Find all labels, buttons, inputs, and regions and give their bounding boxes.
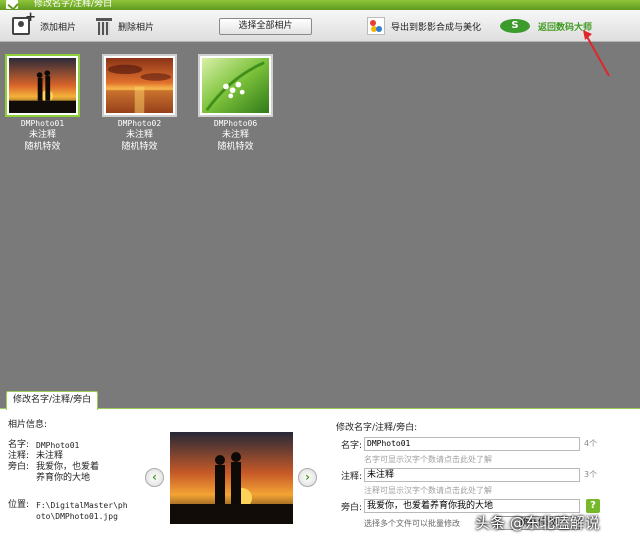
voice-input[interactable]: 我爱你，也爱着养育你我的大地 [364,499,580,513]
photo-name: DMPhoto06 [213,119,258,128]
info-name-row: 名字: DMPhoto01 [8,440,138,451]
photo-info: 相片信息: 名字: DMPhoto01 注释: 未注释 旁白: 我爱你，也爱着养… [8,420,138,522]
delete-photo-label: 删除相片 [118,22,155,33]
info-path-label: 位置: [8,500,30,510]
app-icon [6,0,18,9]
photo-thumbnail[interactable]: DMPhoto06 未注释 随机特效 [198,54,273,153]
info-voice-label: 旁白: [8,462,30,472]
app-window: 修改名字/注释/旁白 添加相片 删除相片 选择全部相片 导出到影影合成与美化 S… [0,0,640,545]
info-voice-value: 我爱你，也爱着养育你的大地 [36,462,100,483]
thumbnail-frame [198,54,273,117]
export-icon [367,17,385,35]
photo-gallery[interactable]: DMPhoto01 未注释 随机特效 DMPhoto02 未注释 随机特效 DM… [0,42,640,383]
thumbnail-frame [102,54,177,117]
photo-preview-image [170,432,293,524]
photo-note: 未注释 [221,130,249,140]
thumbnail-frame [5,54,80,117]
tab-strip: 修改名字/注释/旁白 [0,390,640,410]
info-note-row: 注释: 未注释 [8,451,138,462]
note-input[interactable]: 未注释 [364,468,580,482]
title-bar: 修改名字/注释/旁白 [0,0,640,10]
photo-thumbnail[interactable]: DMPhoto02 未注释 随机特效 [102,54,177,153]
voice-field-label: 旁白: [340,503,362,513]
tab-edit-name[interactable]: 修改名字/注释/旁白 [6,391,99,410]
name-field-row: 名字: DMPhoto01 4个 [336,437,636,451]
photo-name: DMPhoto02 [117,119,162,128]
photo-thumbnail[interactable]: DMPhoto01 未注释 随机特效 [5,54,80,153]
photo-effect: 随机特效 [121,142,158,152]
photo-name: DMPhoto01 [20,119,65,128]
green-flowers-image [202,58,269,113]
note-field-row: 注释: 未注释 3个 [336,468,636,482]
photo-note: 未注释 [28,130,56,140]
batch-edit-hint: 选择多个文件可以批量修改 [364,519,460,528]
watermark-text: 头条 @东北嗑解说 [475,514,600,532]
add-photo-icon [12,10,36,35]
info-note-label: 注释: [8,451,30,461]
note-char-count: 3个 [584,470,598,479]
note-field-label: 注释: [340,472,362,482]
note-hint-link[interactable]: 注释可显示汉字个数请点击此处了解 [364,485,492,496]
toolbar: 添加相片 删除相片 选择全部相片 导出到影影合成与美化 S 返回数码大师 [0,10,640,42]
name-input[interactable]: DMPhoto01 [364,437,580,451]
info-path-value: F:\DigitalMaster\photo\DMPhoto01.jpg [36,501,128,521]
name-field-label: 名字: [340,441,362,451]
next-photo-button[interactable]: › [298,468,317,487]
delete-photo-button[interactable]: 删除相片 [96,16,154,36]
info-voice-row: 旁白: 我爱你，也爱着养育你的大地 [8,462,138,484]
add-photo-button[interactable]: 添加相片 [12,10,77,36]
info-name-label: 名字: [8,440,30,450]
export-label: 导出到影影合成与美化 [391,22,482,33]
edit-heading: 修改名字/注释/旁白: [336,423,418,433]
trash-icon [96,17,112,35]
select-all-button[interactable]: 选择全部相片 [219,18,312,35]
ocean-sunset-image [106,58,173,113]
s-logo-icon: S [500,19,530,33]
annotation-arrow-icon [583,30,610,77]
export-button[interactable]: 导出到影影合成与美化 [367,16,481,36]
window-title: 修改名字/注释/旁白 [34,0,113,9]
return-button[interactable]: S 返回数码大师 [500,16,592,36]
photo-info-heading: 相片信息: [8,420,48,430]
name-hint-link[interactable]: 名字可显示汉字个数请点击此处了解 [364,454,492,465]
voice-field-row: 旁白: 我爱你，也爱着养育你我的大地 ? [336,499,636,513]
name-char-count: 4个 [584,439,598,448]
add-photo-label: 添加相片 [40,22,77,33]
photo-effect: 随机特效 [24,142,61,152]
info-path-row: 位置: F:\DigitalMaster\photo\DMPhoto01.jpg [8,500,138,522]
sunset-couple-image [9,58,76,113]
prev-photo-button[interactable]: ‹ [145,468,164,487]
photo-note: 未注释 [125,130,153,140]
help-button[interactable]: ? [586,499,600,513]
photo-effect: 随机特效 [217,142,254,152]
info-note-value: 未注释 [36,451,64,461]
info-name-value: DMPhoto01 [36,441,80,450]
